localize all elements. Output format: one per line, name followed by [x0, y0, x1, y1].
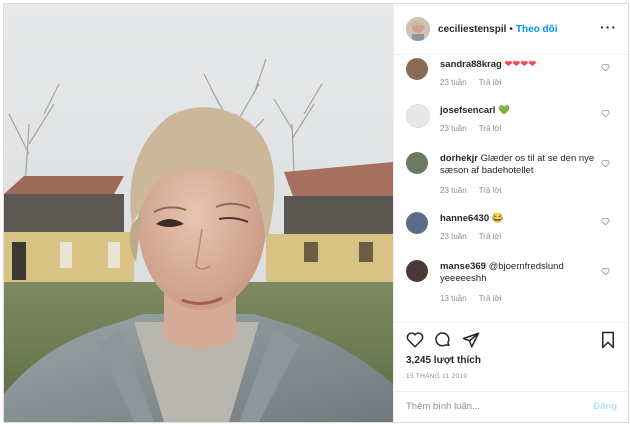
commenter-username[interactable]: sandra88krag [440, 59, 502, 70]
likes-count[interactable]: 3,245 lượt thích [406, 355, 481, 366]
author-avatar[interactable] [406, 17, 430, 41]
heart-outline-icon[interactable] [601, 63, 610, 72]
comment-text: manse369 @bjoernfredslund yeeeeeshh [440, 261, 600, 285]
comment-time: 23 tuần [440, 124, 467, 133]
comment-text: hanne6430 😂 [440, 213, 600, 225]
commenter-avatar[interactable] [406, 212, 428, 234]
reply-button[interactable]: Trả lời [479, 78, 502, 87]
commenter-avatar[interactable] [406, 152, 428, 174]
more-options-button[interactable]: ··· [600, 19, 617, 35]
reply-button[interactable]: Trả lời [479, 232, 502, 241]
commenter-username[interactable]: josefsencarl [440, 105, 495, 116]
bookmark-icon[interactable] [599, 331, 617, 349]
comment-time: 13 tuần [440, 294, 467, 303]
commenter-username[interactable]: dorhekjr [440, 153, 478, 164]
comment-bubble-icon[interactable] [434, 331, 452, 349]
follow-button[interactable]: Theo dõi [516, 24, 558, 35]
comment-time: 23 tuần [440, 232, 467, 241]
commenter-avatar[interactable] [406, 260, 428, 282]
comment-meta: 23 tuần Trả lời [440, 186, 513, 195]
comment-text: josefsencarl 💚 [440, 105, 600, 117]
heart-icon[interactable] [406, 331, 424, 349]
commenter-username[interactable]: hanne6430 [440, 213, 489, 224]
reply-button[interactable]: Trả lời [479, 124, 502, 133]
comment-text: dorhekjr Glæder os til at se den nye sæs… [440, 153, 600, 177]
comment-time: 23 tuần [440, 78, 467, 87]
commenter-avatar[interactable] [406, 104, 430, 128]
comment-meta: 23 tuần Trả lời [440, 124, 513, 133]
comment-body: ❤❤❤❤ [504, 59, 537, 70]
comment-meta: 13 tuần Trả lời [440, 294, 513, 303]
post-side-panel: ceciliestenspil • Theo dõi ··· sandra88k… [393, 4, 628, 422]
heart-outline-icon[interactable] [601, 267, 610, 276]
post-photo[interactable] [4, 4, 393, 422]
comment-body: 💚 [498, 105, 510, 116]
paper-plane-icon[interactable] [462, 331, 480, 349]
post-date[interactable]: 15 THÁNG 11 2019 [406, 373, 467, 380]
add-comment-bar: Thêm bình luận... Đăng [394, 391, 628, 422]
comment-time: 23 tuần [440, 186, 467, 195]
comment-text: sandra88krag ❤❤❤❤ [440, 59, 600, 71]
header-separator: • [509, 23, 513, 35]
comment-input[interactable]: Thêm bình luận... [406, 401, 480, 412]
post-actions: 3,245 lượt thích 15 THÁNG 11 2019 Thêm b… [394, 322, 628, 422]
selfie-image [4, 4, 393, 422]
comment-meta: 23 tuần Trả lời [440, 78, 513, 87]
commenter-username[interactable]: manse369 [440, 261, 486, 272]
author-username[interactable]: ceciliestenspil [438, 24, 506, 35]
comment-meta: 23 tuần Trả lời [440, 232, 513, 241]
reply-button[interactable]: Trả lời [479, 186, 502, 195]
heart-outline-icon[interactable] [601, 217, 610, 226]
comment-body: 😂 [491, 213, 504, 224]
heart-outline-icon[interactable] [601, 159, 610, 168]
post-comment-button[interactable]: Đăng [593, 401, 617, 412]
post-header: ceciliestenspil • Theo dõi ··· [394, 4, 628, 55]
heart-outline-icon[interactable] [601, 109, 610, 118]
comments-list[interactable]: sandra88krag ❤❤❤❤ 23 tuần Trả lời josefse… [394, 54, 628, 322]
post-window: ceciliestenspil • Theo dõi ··· sandra88k… [3, 3, 629, 423]
commenter-avatar[interactable] [406, 58, 428, 80]
reply-button[interactable]: Trả lời [479, 294, 502, 303]
